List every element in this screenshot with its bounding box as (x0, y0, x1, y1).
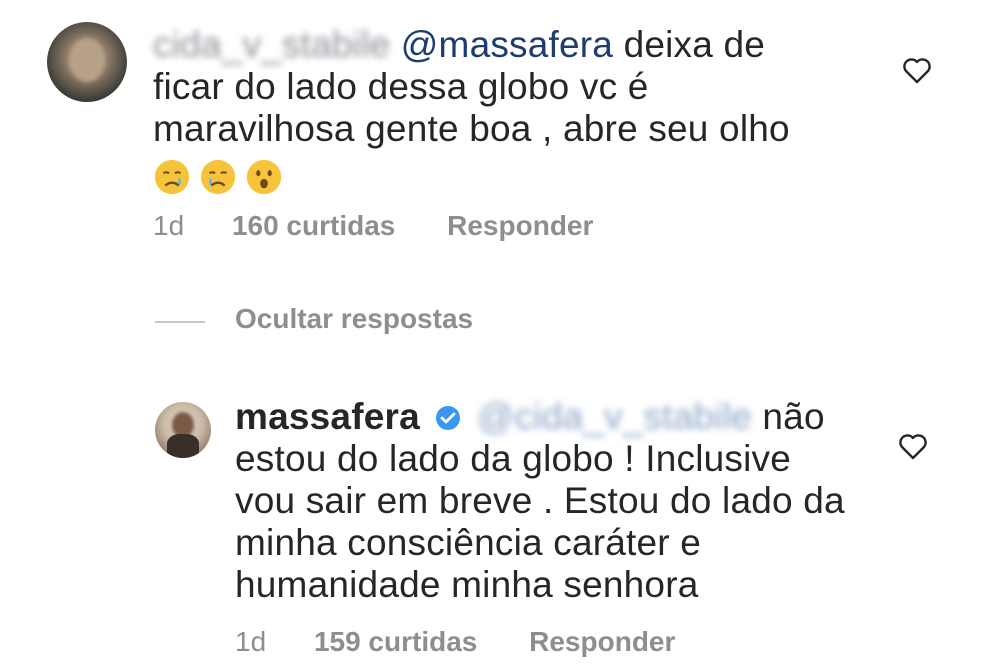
comment-meta: 1d 160 curtidas Responder (153, 210, 593, 242)
comment-time: 1d (153, 210, 185, 241)
comment-line: maravilhosa gente boa , abre seu olho (153, 108, 790, 149)
crying-face-icon (200, 160, 236, 195)
avatar[interactable] (155, 402, 211, 458)
astonished-face-icon (246, 160, 282, 195)
reply-button[interactable]: Responder (529, 626, 675, 658)
hide-replies-button[interactable]: Ocultar respostas (235, 303, 473, 335)
reply-line: vou sair em breve . Estou do lado da (235, 480, 845, 521)
crying-face-icon (154, 160, 190, 195)
reply-line: não (762, 396, 825, 437)
mention-link[interactable]: @massafera (401, 24, 613, 65)
comment-line: deixa de (623, 24, 766, 65)
reply-button[interactable]: Responder (447, 210, 593, 242)
comment-text: cida_v_stabile @massafera deixa de ficar… (153, 24, 873, 196)
reply-text: massafera @cida_v_stabile não estou do l… (235, 396, 875, 606)
mention-link[interactable]: @cida_v_stabile (477, 396, 752, 438)
reply-line: minha consciência caráter e (235, 522, 702, 563)
verified-badge-icon (436, 406, 461, 430)
emoji-row (153, 154, 291, 196)
reply-line: humanidade minha senhora (235, 564, 699, 605)
avatar[interactable] (47, 22, 127, 102)
reply-username[interactable]: massafera (235, 396, 420, 437)
likes-count[interactable]: 160 curtidas (232, 210, 395, 242)
replies-divider (155, 321, 205, 323)
reply-meta: 1d 159 curtidas Responder (235, 626, 675, 658)
likes-count[interactable]: 159 curtidas (314, 626, 477, 658)
reply-time: 1d (235, 626, 267, 657)
reply-line: estou do lado da globo ! Inclusive (235, 438, 792, 479)
commenter-username[interactable]: cida_v_stabile (153, 24, 390, 66)
like-heart-icon[interactable] (898, 432, 928, 460)
like-heart-icon[interactable] (902, 56, 932, 84)
comment-line: ficar do lado dessa globo vc é (153, 66, 649, 107)
